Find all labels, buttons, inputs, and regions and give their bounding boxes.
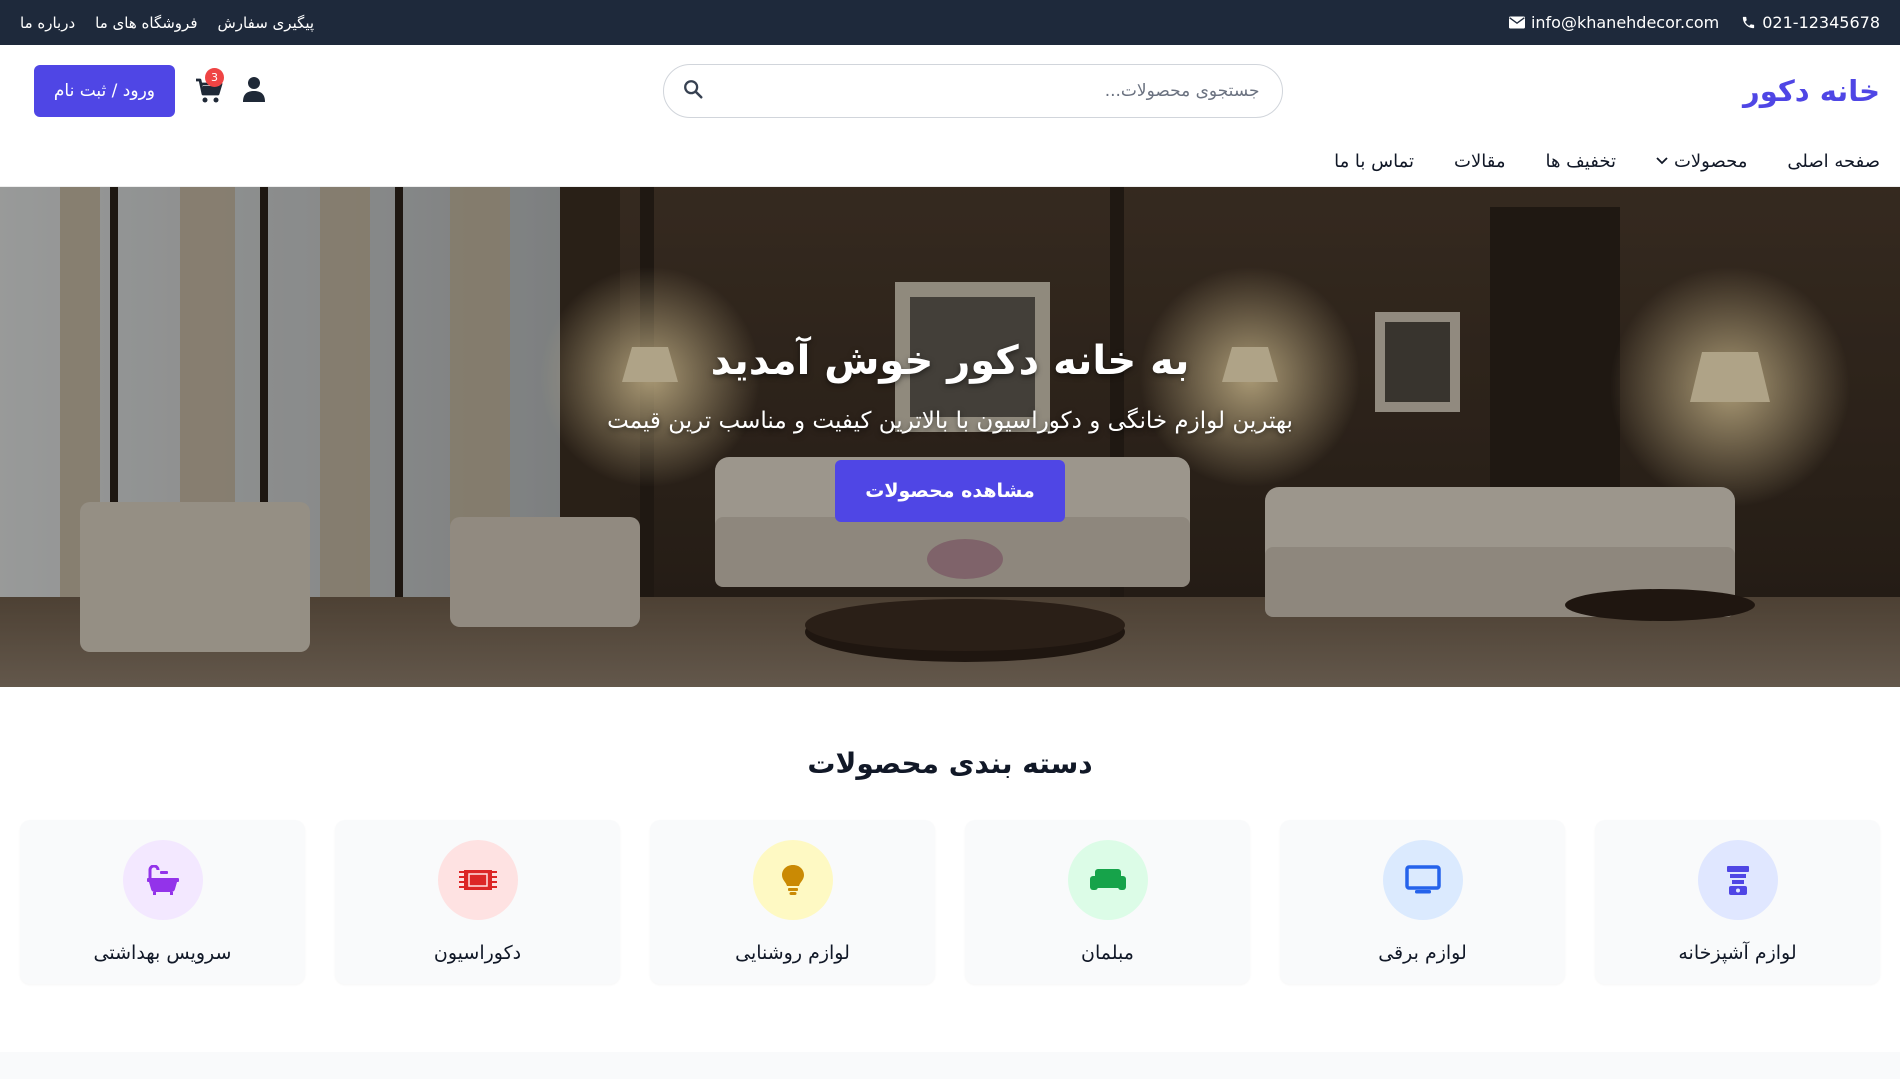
section-title: دسته بندی محصولات <box>807 747 1093 780</box>
category-card-electrical[interactable]: لوازم برقی <box>1280 820 1565 984</box>
email-address: info@khanehdecor.com <box>1530 13 1720 32</box>
top-bar: 021-12345678 info@khanehdecor.com پیگیری… <box>0 0 1900 45</box>
category-label: لوازم روشنایی <box>735 942 850 964</box>
lightbulb-icon <box>752 840 833 920</box>
category-label: دکوراسیون <box>433 942 522 964</box>
phone-icon <box>1743 16 1755 29</box>
category-card-decoration[interactable]: دکوراسیون <box>335 820 620 984</box>
top-link-track-order[interactable]: پیگیری سفارش <box>218 14 315 32</box>
categories-section: دسته بندی محصولات لوازم آشپزخانه لوازم ب… <box>0 687 1900 984</box>
nav-item-home[interactable]: صفحه اصلی <box>1787 151 1880 172</box>
view-products-button[interactable]: مشاهده محصولات <box>835 460 1065 522</box>
nav-item-label: تماس با ما <box>1334 150 1415 172</box>
top-link-stores[interactable]: فروشگاه های ما <box>95 14 197 32</box>
category-card-furniture[interactable]: مبلمان <box>965 820 1250 984</box>
next-section-edge <box>0 1052 1900 1079</box>
bath-icon <box>122 840 203 920</box>
nav-item-discounts[interactable]: تخفیف ها <box>1545 151 1616 172</box>
couch-icon <box>1067 840 1148 920</box>
cart-button[interactable]: 3 <box>195 67 224 104</box>
phone-number: 021-12345678 <box>1762 13 1880 32</box>
blender-icon <box>1697 840 1778 920</box>
top-links: پیگیری سفارش فروشگاه های ما درباره ما <box>20 14 314 32</box>
rug-icon <box>437 840 518 920</box>
search-input[interactable] <box>685 80 1260 101</box>
category-label: سرویس بهداشتی <box>93 942 232 964</box>
category-label: لوازم آشپزخانه <box>1678 942 1797 964</box>
nav-item-label: صفحه اصلی <box>1787 150 1880 172</box>
category-card-kitchen[interactable]: لوازم آشپزخانه <box>1595 820 1880 984</box>
chevron-down-icon <box>1656 157 1668 165</box>
envelope-icon <box>1508 16 1525 29</box>
tv-icon <box>1382 840 1463 920</box>
search-box <box>662 63 1283 118</box>
top-link-about[interactable]: درباره ما <box>20 14 75 32</box>
main-header: خانه دکور 3 ورود / ثبت نام <box>0 45 1900 136</box>
contact-info: 021-12345678 info@khanehdecor.com <box>1508 13 1880 32</box>
nav-item-label: مقالات <box>1454 150 1506 172</box>
nav-item-products[interactable]: محصولات <box>1656 151 1747 172</box>
hero-subtitle: بهترین لوازم خانگی و دکوراسیون با بالاتر… <box>607 408 1293 434</box>
category-label: مبلمان <box>1081 942 1134 964</box>
phone[interactable]: 021-12345678 <box>1741 13 1880 32</box>
search-icon[interactable] <box>682 78 704 104</box>
main-nav: صفحه اصلی محصولات تخفیف ها مقالات تماس ب… <box>0 136 1900 187</box>
nav-item-label: تخفیف ها <box>1545 150 1616 172</box>
user-icon[interactable] <box>243 76 265 106</box>
category-card-lighting[interactable]: لوازم روشنایی <box>650 820 935 984</box>
login-button[interactable]: ورود / ثبت نام <box>33 64 175 117</box>
site-logo[interactable]: خانه دکور <box>1680 74 1880 108</box>
header-actions: 3 ورود / ثبت نام <box>20 64 265 117</box>
category-card-bathroom[interactable]: سرویس بهداشتی <box>20 820 305 984</box>
category-grid: لوازم آشپزخانه لوازم برقی مبلمان لوازم ر… <box>20 820 1880 984</box>
nav-item-label: محصولات <box>1673 150 1748 172</box>
cart-count-badge: 3 <box>205 67 224 87</box>
nav-item-articles[interactable]: مقالات <box>1454 151 1505 172</box>
category-label: لوازم برقی <box>1378 942 1467 964</box>
email[interactable]: info@khanehdecor.com <box>1508 13 1720 32</box>
hero-title: به خانه دکور خوش آمدید <box>710 338 1190 384</box>
hero-content: به خانه دکور خوش آمدید بهترین لوازم خانگ… <box>0 187 1900 687</box>
nav-item-contact[interactable]: تماس با ما <box>1334 151 1414 172</box>
hero-banner: به خانه دکور خوش آمدید بهترین لوازم خانگ… <box>0 187 1900 687</box>
